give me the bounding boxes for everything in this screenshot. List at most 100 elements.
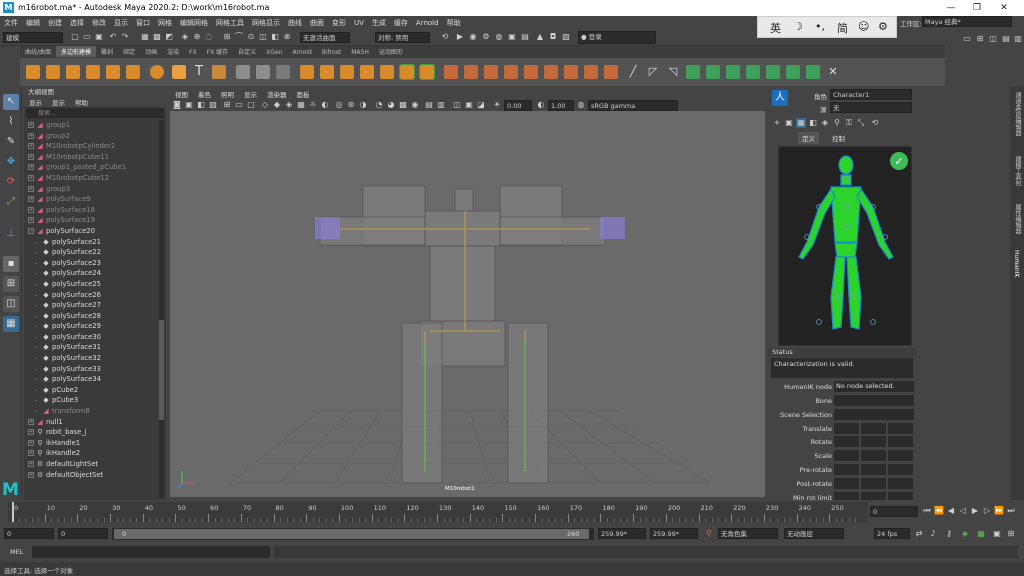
save-scene-icon[interactable]: ▣ [94, 32, 104, 42]
snap-grid-icon[interactable]: ⊞ [222, 32, 232, 42]
undo-icon[interactable]: ↶ [108, 32, 118, 42]
slide-edge-icon[interactable] [564, 65, 578, 79]
side-tab-attribute-editor[interactable]: 属性编辑器 [1013, 204, 1022, 234]
poke-icon[interactable] [584, 65, 598, 79]
scene-end-field[interactable]: 259.99* [650, 528, 698, 539]
expand-icon[interactable]: + [28, 471, 34, 478]
wireframe-on-shaded-icon[interactable]: ◈ [284, 100, 294, 110]
close-button[interactable]: ✕ [993, 1, 1015, 15]
lock-icon[interactable]: ▲ [535, 32, 545, 42]
delete-history-icon[interactable]: ✕ [826, 65, 840, 79]
bridge-icon[interactable] [320, 65, 334, 79]
wireframe-icon[interactable]: ◇ [260, 100, 270, 110]
camera-icon[interactable]: ◘ [548, 32, 558, 42]
motion-blur-icon[interactable]: ◕ [386, 100, 396, 110]
ime-settings-icon[interactable]: ⚙ [878, 20, 888, 33]
time-slider[interactable]: 0 10 20 30 40 50 60 70 80 90 100 110 120 130 140 150 160… [0, 500, 1024, 524]
expand-icon[interactable]: + [28, 418, 34, 425]
character-dropdown[interactable]: Character1 [830, 89, 912, 100]
expand-icon[interactable]: + [28, 450, 34, 457]
menu-cache[interactable]: 缓存 [390, 16, 412, 28]
shelf-tab[interactable]: 运动图形 [374, 46, 408, 57]
outliner-item[interactable]: + ◢ polySurface18 [24, 205, 158, 216]
resolution-gate-icon[interactable]: ▢ [246, 100, 256, 110]
menu-generate[interactable]: 生成 [368, 16, 390, 28]
shelf-tab[interactable]: 自定义 [233, 46, 261, 57]
color-space-dropdown[interactable]: sRGB gamma [588, 100, 678, 111]
hud-icon[interactable]: ▥ [436, 100, 446, 110]
menu-select[interactable]: 选择 [66, 16, 88, 28]
uv-editor-icon[interactable] [686, 65, 700, 79]
auto-map-icon[interactable] [766, 65, 780, 79]
snap-pivot-icon[interactable]: ⊗ [282, 32, 292, 42]
expand-icon[interactable]: + [28, 143, 34, 150]
camera-attr-icon[interactable]: ▣ [184, 100, 194, 110]
humanik-field-cell[interactable] [834, 464, 859, 475]
spherical-map-icon[interactable] [746, 65, 760, 79]
humanik-field-value[interactable] [834, 395, 914, 406]
side-tab-channel-box[interactable]: 通道盒/层编辑器 [1013, 92, 1022, 136]
go-to-start-icon[interactable]: ⏮ [922, 506, 932, 516]
collapse-icon[interactable]: − [28, 227, 34, 234]
fps-dropdown[interactable]: 24 fps [874, 528, 910, 539]
rotate-tool-icon[interactable]: ⟳ [3, 174, 19, 190]
mirror-icon[interactable]: ◹ [666, 65, 680, 79]
multi-cut-icon[interactable] [444, 65, 458, 79]
outliner-item[interactable]: – ◆ polySurface27 [24, 300, 158, 311]
outliner-scrollbar[interactable] [159, 120, 164, 498]
fill-hole-icon[interactable] [380, 65, 394, 79]
crease-icon[interactable]: ╱ [626, 65, 640, 79]
mel-label[interactable]: MEL [10, 548, 23, 556]
body-part-icon[interactable]: ◧ [808, 118, 818, 128]
tab-controls[interactable]: 控制 [828, 132, 849, 144]
menu-curves[interactable]: 曲线 [284, 16, 306, 28]
poly-cylinder-icon[interactable] [66, 65, 80, 79]
single-view-icon[interactable]: ▪ [3, 256, 19, 272]
anim-prefs-icon[interactable]: ⊞ [1006, 529, 1016, 539]
select-tool-icon[interactable]: ↖ [3, 94, 19, 110]
poly-sphere-icon[interactable] [26, 65, 40, 79]
step-back-frame-icon[interactable]: ◀ [946, 506, 956, 516]
connect-icon[interactable] [504, 65, 518, 79]
reach-icon[interactable]: ⤡ [856, 118, 866, 128]
pick-joint-icon[interactable]: ⊕ [192, 32, 202, 42]
menu-deform[interactable]: 变形 [328, 16, 350, 28]
ime-simplified-toggle[interactable]: 简 [837, 20, 848, 36]
menu-surfaces[interactable]: 曲面 [306, 16, 328, 28]
gamma-field[interactable]: 1.00 [548, 100, 574, 111]
outliner-item[interactable]: + ◢ M10robotpCube12 [24, 173, 158, 184]
shelf-tab[interactable]: FX [184, 48, 202, 57]
outliner-item[interactable]: – ◆ polySurface21 [24, 237, 158, 248]
outliner-menu-display[interactable]: 显示 [24, 96, 47, 108]
select-hierarchy-icon[interactable]: ▦ [140, 32, 150, 42]
humanik-field-cell[interactable] [861, 422, 886, 434]
outliner-item[interactable]: + ◢ group1 [24, 120, 158, 131]
field-chart-icon[interactable]: ◪ [476, 100, 486, 110]
layout-two-icon[interactable]: ◫ [988, 34, 998, 44]
step-back-key-icon[interactable]: ⏪ [934, 506, 944, 516]
aa-icon[interactable]: ▩ [398, 100, 408, 110]
symmetry-dropdown[interactable]: 对称: 禁用 [375, 32, 430, 43]
pick-mask-icon[interactable]: ◈ [180, 32, 190, 42]
snap-surface-icon[interactable]: ◧ [270, 32, 280, 42]
select-object-icon[interactable]: ▩ [152, 32, 162, 42]
step-forward-key-icon[interactable]: ⏩ [994, 506, 1004, 516]
outliner-search-input[interactable]: 搜索... [26, 108, 164, 118]
poly-plane-icon[interactable] [126, 65, 140, 79]
humanik-field-value[interactable] [834, 408, 914, 420]
humanik-field-cell[interactable] [834, 450, 859, 462]
arnold-render-icon[interactable]: ▣ [507, 32, 517, 42]
ssao-icon[interactable]: ◔ [374, 100, 384, 110]
playback-start-field[interactable]: 0 [58, 528, 108, 539]
moon-icon[interactable]: ☽ [793, 20, 803, 33]
add-icon[interactable]: + [772, 118, 782, 128]
dof-icon[interactable]: ◉ [410, 100, 420, 110]
shelf-tab[interactable]: MASH [346, 48, 374, 57]
film-gate-icon[interactable]: ▭ [234, 100, 244, 110]
unfold-uv-icon[interactable] [806, 65, 820, 79]
expand-icon[interactable]: + [28, 132, 34, 139]
display-icon[interactable]: ▧ [561, 32, 571, 42]
outliner-item[interactable]: + ◢ polySurface19 [24, 215, 158, 226]
humanik-field-cell[interactable] [888, 477, 913, 489]
outliner-item[interactable]: – ◆ polySurface29 [24, 321, 158, 332]
